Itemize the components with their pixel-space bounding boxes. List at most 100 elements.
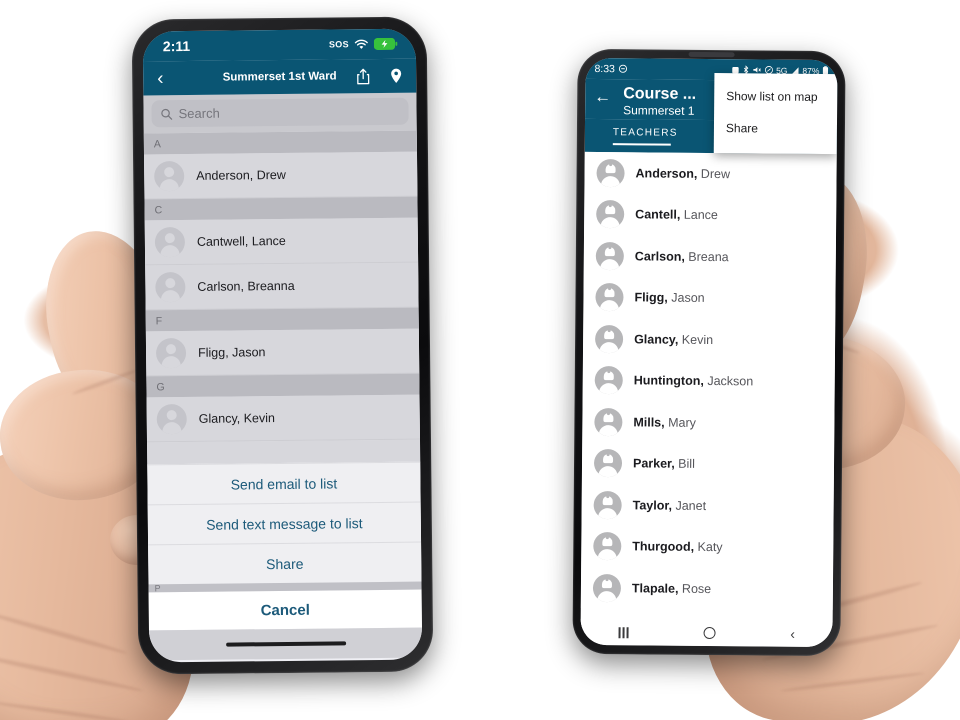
list-item[interactable]: Huntington, Jackson bbox=[583, 359, 835, 403]
contact-first-name: Bill bbox=[674, 456, 695, 472]
wifi-icon bbox=[354, 39, 368, 49]
contact-last-name: Mills, bbox=[633, 415, 665, 430]
android-nav-bar: ‹ bbox=[580, 618, 833, 648]
avatar-icon bbox=[593, 490, 622, 519]
ios-home-area bbox=[148, 627, 423, 661]
avatar-icon bbox=[594, 407, 623, 436]
contact-name: Fligg, Jason bbox=[197, 345, 266, 360]
list-item[interactable]: Tlapale, Rose bbox=[581, 567, 833, 611]
iphone-device: 2:11 SOS ‹ Summerset 1st Ward Search A A… bbox=[131, 16, 434, 675]
list-item[interactable]: Fligg, Jason bbox=[145, 328, 420, 377]
section-header: G bbox=[146, 373, 420, 398]
ios-status-bar: 2:11 SOS bbox=[142, 28, 417, 62]
avatar-icon bbox=[595, 241, 624, 270]
avatar-icon bbox=[154, 161, 185, 192]
list-item[interactable]: Glancy, Kevin bbox=[583, 318, 835, 362]
menu-item-share[interactable]: Share bbox=[714, 112, 837, 145]
action-sheet-button[interactable]: Share bbox=[148, 541, 422, 585]
sos-label: SOS bbox=[328, 39, 349, 50]
list-item[interactable]: Mills, Mary bbox=[582, 401, 834, 445]
contact-name: Cantwell, Lance bbox=[196, 233, 286, 249]
earpiece-speaker bbox=[688, 51, 735, 58]
back-chevron-icon[interactable]: ‹ bbox=[157, 68, 164, 89]
contact-name: Mills, Mary bbox=[633, 415, 696, 430]
contact-last-name: Glancy, bbox=[634, 332, 679, 347]
ios-action-sheet[interactable]: Send email to list Send text message to l… bbox=[147, 461, 422, 585]
ios-clock: 2:11 bbox=[162, 37, 191, 55]
android-device: 8:33 5G 87% ← Course ... Summerset 1 TEA… bbox=[572, 48, 846, 657]
avatar-icon bbox=[593, 532, 622, 561]
ios-search-container: Search bbox=[143, 92, 417, 134]
contact-name: Thurgood, Katy bbox=[632, 540, 722, 555]
avatar-icon bbox=[596, 158, 625, 187]
list-item[interactable]: Taylor, Janet bbox=[581, 484, 833, 528]
contact-first-name: Kevin bbox=[678, 332, 714, 347]
recents-icon[interactable] bbox=[618, 626, 629, 638]
avatar-icon bbox=[595, 283, 624, 312]
avatar-icon bbox=[156, 404, 187, 435]
contact-last-name: Taylor, bbox=[632, 498, 673, 513]
search-placeholder: Search bbox=[178, 105, 220, 122]
do-not-disturb-icon bbox=[619, 64, 628, 73]
contact-last-name: Cantell, bbox=[635, 207, 681, 222]
contact-first-name: Rose bbox=[678, 581, 712, 596]
share-icon[interactable] bbox=[356, 68, 370, 85]
cancel-button[interactable]: Cancel bbox=[148, 589, 422, 631]
list-item[interactable]: Parker, Bill bbox=[582, 442, 834, 486]
arrow-left-icon[interactable]: ← bbox=[594, 87, 611, 106]
avatar-icon bbox=[155, 338, 187, 369]
list-item[interactable]: Anderson, Drew bbox=[143, 151, 418, 200]
contact-first-name: Drew bbox=[697, 166, 731, 181]
android-teacher-list[interactable]: Anderson, Drew Cantell, Lance Carlson, Bre… bbox=[580, 151, 837, 611]
contact-first-name: Breana bbox=[684, 249, 729, 264]
contact-name: Fligg, Jason bbox=[634, 291, 704, 306]
palm-crease bbox=[780, 671, 925, 693]
contact-name: Anderson, Drew bbox=[196, 167, 286, 183]
overflow-dropdown-menu[interactable]: Show list on map Share bbox=[713, 73, 838, 155]
battery-charging-icon bbox=[373, 37, 398, 50]
list-item[interactable]: Cantwell, Lance bbox=[144, 217, 419, 266]
contact-name: Carlson, Breana bbox=[635, 249, 729, 264]
avatar-icon bbox=[596, 200, 625, 229]
section-header: F bbox=[145, 307, 419, 332]
home-icon[interactable] bbox=[703, 626, 716, 640]
partial-section-letter: P bbox=[154, 583, 161, 594]
list-item[interactable]: Carlson, Breanna bbox=[145, 262, 419, 311]
map-pin-icon[interactable] bbox=[390, 68, 402, 84]
palm-crease bbox=[0, 700, 130, 720]
list-item[interactable]: Fligg, Jason bbox=[583, 276, 835, 320]
action-sheet-button[interactable]: Send email to list bbox=[147, 461, 421, 505]
section-header: C bbox=[144, 196, 418, 221]
back-icon[interactable]: ‹ bbox=[790, 626, 795, 642]
contact-name: Anderson, Drew bbox=[636, 166, 731, 181]
contact-first-name: Jackson bbox=[703, 374, 754, 389]
avatar-icon bbox=[155, 272, 186, 303]
avatar-icon bbox=[593, 449, 623, 478]
avatar-icon bbox=[594, 366, 623, 395]
avatar-icon bbox=[154, 227, 186, 258]
list-item[interactable]: Carlson, Breana bbox=[584, 235, 836, 279]
action-sheet-button[interactable]: Send text message to list bbox=[147, 501, 422, 545]
list-item[interactable]: Cantell, Lance bbox=[584, 193, 836, 237]
ios-contact-list[interactable]: A Anderson, Drew C Cantwell, Lance Carlson, … bbox=[143, 130, 420, 443]
contact-name: Huntington, Jackson bbox=[634, 374, 754, 389]
contact-first-name: Jason bbox=[667, 290, 705, 306]
contact-name: Parker, Bill bbox=[633, 457, 695, 472]
contact-name: Tlapale, Rose bbox=[632, 581, 711, 596]
iphone-screen: 2:11 SOS ‹ Summerset 1st Ward Search A A… bbox=[142, 28, 423, 663]
section-header: A bbox=[143, 130, 417, 155]
android-clock: 8:33 bbox=[594, 62, 615, 75]
list-item[interactable]: Anderson, Drew bbox=[584, 152, 836, 196]
search-input[interactable]: Search bbox=[151, 97, 409, 128]
menu-item-show-list-on-map[interactable]: Show list on map bbox=[714, 80, 837, 113]
ios-list-spacer bbox=[147, 439, 421, 465]
contact-first-name: Lance bbox=[680, 207, 718, 223]
home-indicator[interactable] bbox=[225, 641, 346, 647]
contact-name: Cantell, Lance bbox=[635, 208, 718, 223]
list-item[interactable]: Glancy, Kevin bbox=[146, 394, 420, 443]
palm-crease bbox=[0, 651, 144, 694]
search-icon bbox=[161, 108, 173, 120]
list-item[interactable]: Thurgood, Katy bbox=[581, 525, 833, 569]
contact-last-name: Fligg, bbox=[634, 290, 668, 305]
contact-first-name: Janet bbox=[671, 498, 707, 513]
